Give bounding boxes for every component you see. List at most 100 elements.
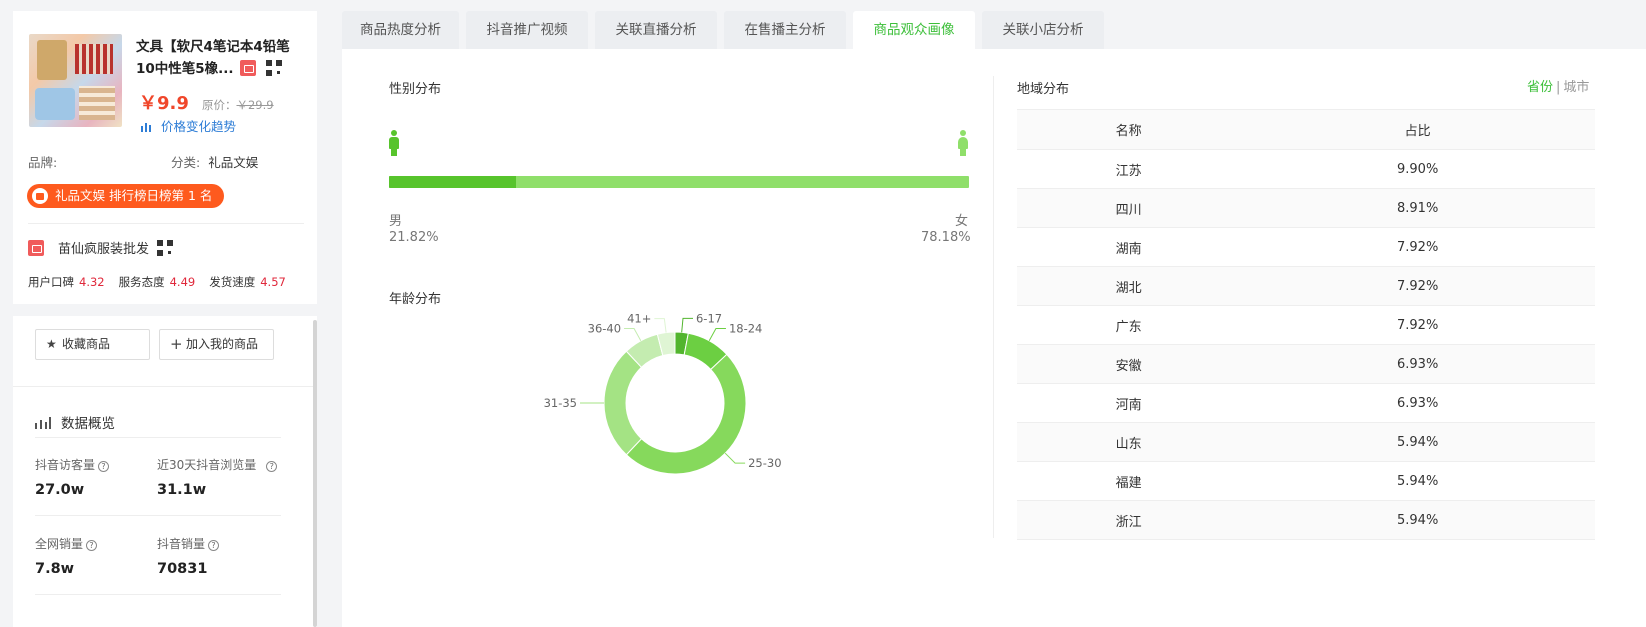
region-table: 名称 占比 江苏 9.90% 四川 8.91% 湖南 7.92% 湖北 7.92% 广东… (1017, 109, 1595, 540)
age-title: 年龄分布 (389, 292, 442, 307)
store-row[interactable]: 苗仙疯服装批发 (28, 238, 174, 257)
rating-value: 4.32 (79, 275, 105, 289)
tab-hot-analysis[interactable]: 商品热度分析 (342, 11, 459, 49)
divider (35, 594, 281, 595)
region-name: 四川 (1017, 188, 1241, 228)
favorite-button[interactable]: ★ 收藏商品 (35, 329, 150, 360)
store-name[interactable]: 苗仙疯服装批发 (58, 242, 149, 257)
region-share: 7.92% (1240, 305, 1595, 345)
female-icon (957, 130, 969, 156)
kpi-label: 抖音销量? (157, 535, 220, 552)
kpi-value: 31.1w (157, 482, 207, 498)
product-title[interactable]: 文具【软尺4笔记本4铅笔 10中性笔5橡... (136, 36, 301, 80)
age-label: 36-40 (588, 322, 621, 336)
category: 分类: 礼品文娱 (171, 152, 258, 171)
sidebar-scrollbar[interactable] (313, 320, 317, 627)
region-share: 6.93% (1240, 344, 1595, 384)
product-thumbnail[interactable] (29, 34, 122, 127)
price-trend-label: 价格变化趋势 (161, 119, 237, 134)
age-leader-line (708, 328, 726, 342)
kpi-label: 全网销量? (35, 535, 98, 552)
divider (35, 437, 281, 438)
help-icon[interactable]: ? (266, 461, 278, 472)
kpi-label-text: 近30天抖音浏览量 (157, 458, 257, 472)
tab-live-analysis[interactable]: 关联直播分析 (595, 11, 717, 49)
rank-badge[interactable]: 礼品文娱 排行榜日榜第 1 名 (27, 184, 225, 208)
region-toggle: 省份 | 城市 (1527, 76, 1589, 95)
rank-text: 礼品文娱 排行榜日榜第 1 名 (55, 188, 213, 203)
product-sidebar: 文具【软尺4笔记本4铅笔 10中性笔5橡... ￥9.9 原价：￥29.9 价格… (13, 11, 317, 627)
region-name: 湖北 (1017, 266, 1241, 306)
gender-bar (389, 176, 969, 188)
store-icon (28, 240, 44, 256)
tab-store-analysis[interactable]: 关联小店分析 (982, 11, 1104, 49)
price-trend-link[interactable]: 价格变化趋势 (141, 116, 236, 135)
product-title-line2: 10中性笔5橡... (136, 61, 234, 77)
divider (35, 515, 281, 516)
region-share: 5.94% (1240, 500, 1595, 540)
tab-streamer-analysis[interactable]: 在售播主分析 (724, 11, 846, 49)
region-name: 山东 (1017, 422, 1241, 462)
region-name: 湖南 (1017, 227, 1241, 267)
tab-promo-videos[interactable]: 抖音推广视频 (466, 11, 588, 49)
age-leader-line (681, 317, 693, 333)
qrcode-icon[interactable] (265, 60, 282, 76)
region-share: 5.94% (1240, 422, 1595, 462)
add-label: 加入我的商品 (186, 337, 259, 351)
table-row: 安徽 6.93% (1017, 344, 1595, 384)
region-share: 7.92% (1240, 266, 1595, 306)
divider (13, 386, 317, 387)
region-name: 安徽 (1017, 344, 1241, 384)
region-name: 河南 (1017, 383, 1241, 423)
male-label: 男 (389, 214, 403, 229)
age-label: 25-30 (748, 456, 781, 470)
shopping-bag-icon (32, 188, 48, 204)
brand-label: 品牌: (28, 155, 58, 170)
store-qrcode-icon[interactable] (157, 240, 174, 256)
table-row: 江苏 9.90% (1017, 149, 1595, 189)
region-name: 江苏 (1017, 149, 1241, 189)
vertical-divider (993, 76, 994, 538)
help-icon[interactable]: ? (208, 540, 220, 551)
kpi-label-text: 全网销量 (35, 537, 84, 551)
table-row: 山东 5.94% (1017, 422, 1595, 462)
column-header-name: 名称 (1017, 109, 1241, 150)
kpi-label: 抖音访客量? (35, 456, 110, 473)
rating-label: 服务态度 (118, 275, 165, 289)
table-row: 浙江 5.94% (1017, 500, 1595, 540)
age-label: 31-35 (544, 396, 577, 410)
male-bar-fill (389, 176, 516, 188)
kpi-value: 7.8w (35, 561, 75, 577)
rating-label: 发货速度 (209, 275, 256, 289)
category-value: 礼品文娱 (208, 155, 259, 170)
male-icon (388, 130, 400, 156)
age-label: 41+ (627, 312, 651, 326)
age-slice-31-35[interactable] (603, 350, 643, 456)
original-price-label: 原价： (201, 98, 237, 112)
table-row: 四川 8.91% (1017, 188, 1595, 228)
age-label: 6-17 (696, 311, 722, 325)
region-share: 8.91% (1240, 188, 1595, 228)
section-gap (13, 304, 317, 316)
toggle-province[interactable]: 省份 (1527, 80, 1553, 95)
overview-title: 数据概览 (35, 412, 115, 432)
add-to-my-products-button[interactable]: + 加入我的商品 (159, 329, 274, 360)
region-share: 7.92% (1240, 227, 1595, 267)
plus-icon: + (170, 335, 183, 353)
help-icon[interactable]: ? (98, 461, 110, 472)
shop-icon[interactable] (239, 60, 256, 76)
store-ratings: 用户口碑 4.32 服务态度 4.49 发货速度 4.57 (28, 274, 300, 290)
region-share: 6.93% (1240, 383, 1595, 423)
table-row: 河南 6.93% (1017, 383, 1595, 423)
chart-icon (35, 417, 51, 429)
region-name: 福建 (1017, 461, 1241, 501)
toggle-city[interactable]: 城市 (1563, 80, 1589, 95)
category-label: 分类: (171, 155, 201, 170)
female-percent: 78.18% (921, 230, 971, 245)
column-header-share: 占比 (1240, 109, 1595, 150)
tab-audience-profile[interactable]: 商品观众画像 (853, 11, 975, 50)
region-share: 9.90% (1240, 149, 1595, 189)
age-leader-line (724, 452, 746, 464)
kpi-label-text: 抖音销量 (157, 537, 206, 551)
help-icon[interactable]: ? (86, 540, 98, 551)
